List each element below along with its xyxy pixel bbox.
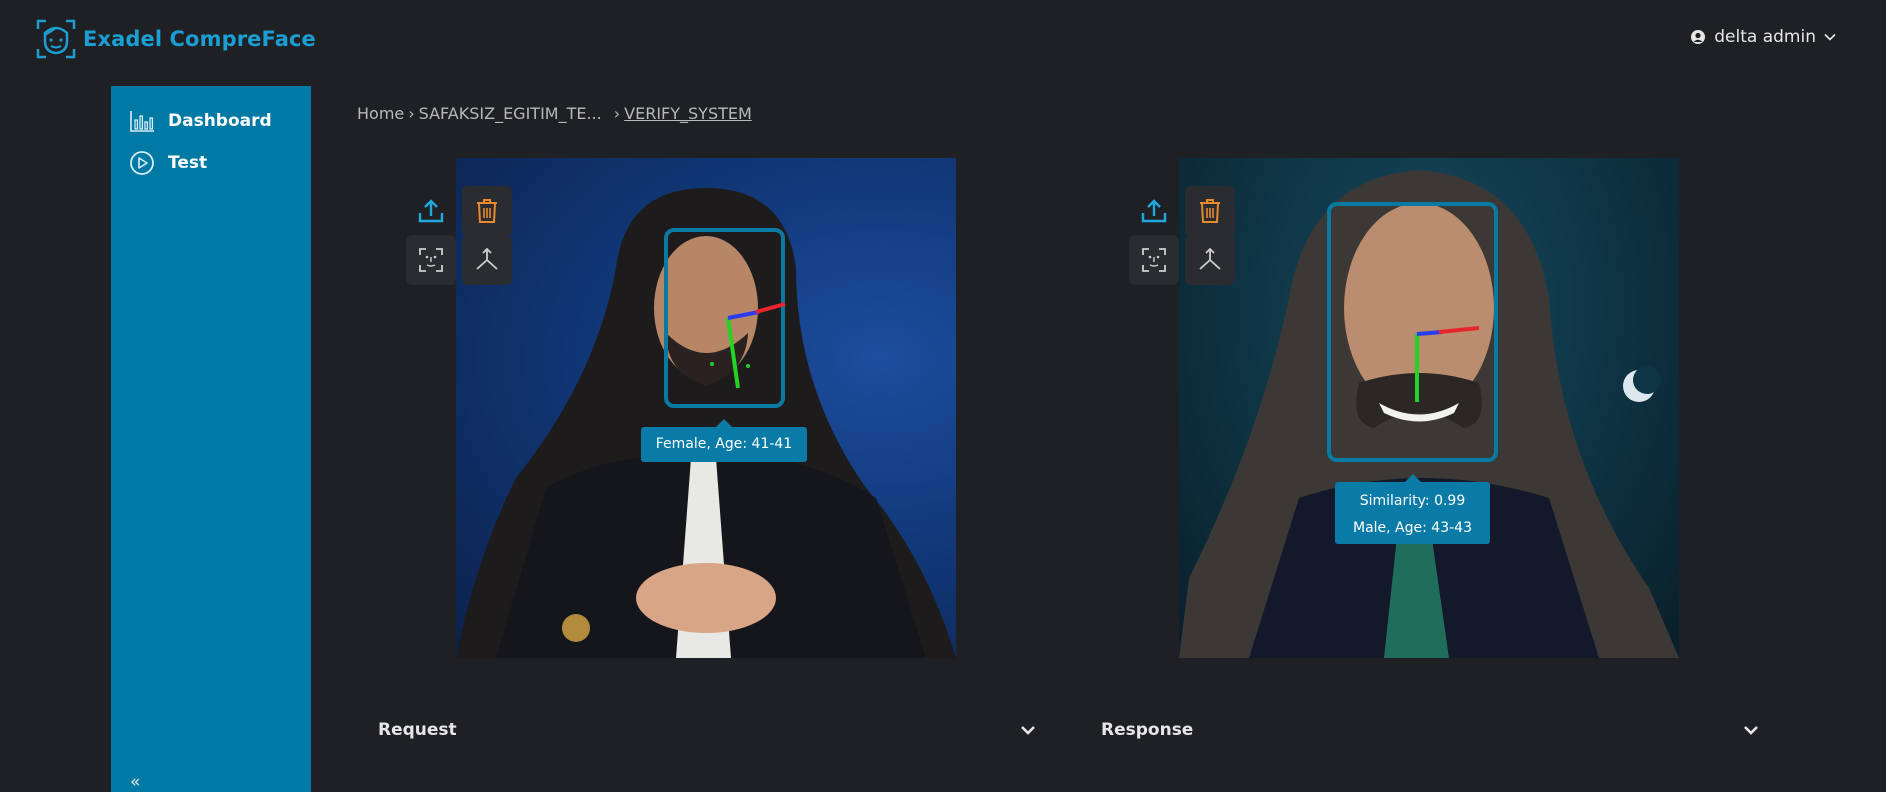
upload-button[interactable] — [406, 186, 456, 236]
sidebar: Dashboard Test « — [111, 86, 311, 792]
face-bounding-box — [1327, 202, 1498, 462]
landmarks-toggle[interactable] — [1185, 235, 1235, 285]
target-image-tools — [1129, 186, 1239, 296]
face-scan-icon — [419, 248, 443, 272]
delete-icon — [1200, 199, 1220, 223]
response-panel-header[interactable]: Response — [1101, 720, 1193, 740]
face-scan-icon — [1142, 248, 1166, 272]
pose-axes — [710, 302, 786, 389]
upload-button[interactable] — [1129, 186, 1179, 236]
breadcrumb-current[interactable]: VERIFY_SYSTEM — [624, 104, 752, 123]
landmarks-icon — [1199, 247, 1221, 270]
bar-chart-icon — [130, 111, 154, 132]
face-detection-toggle[interactable] — [406, 235, 456, 285]
delete-button[interactable] — [1185, 186, 1235, 236]
breadcrumb: Home › SAFAKSIZ_EGITIM_TE... › VERIFY_SY… — [357, 104, 752, 123]
breadcrumb-app[interactable]: SAFAKSIZ_EGITIM_TE... — [419, 104, 602, 123]
breadcrumb-separator: › — [408, 104, 415, 123]
user-name: delta admin — [1714, 27, 1816, 47]
sidebar-item-label: Dashboard — [168, 111, 272, 131]
upload-icon — [1141, 199, 1167, 223]
face-bounding-box — [664, 228, 786, 408]
face-attributes-label: Male, Age: 43-43 — [1353, 520, 1472, 536]
delete-icon — [477, 199, 497, 223]
top-bar: Exadel CompreFace delta admin — [0, 0, 1886, 86]
chevron-down-icon[interactable] — [1020, 725, 1036, 736]
similarity-value: Similarity: 0.99 — [1359, 493, 1466, 509]
user-icon — [1691, 30, 1706, 44]
sidebar-item-dashboard[interactable]: Dashboard — [129, 108, 272, 134]
pose-axes — [1415, 326, 1480, 402]
landmarks-toggle[interactable] — [462, 235, 512, 285]
user-menu[interactable]: delta admin — [1690, 27, 1836, 47]
chevron-down-icon — [1824, 33, 1836, 41]
landmarks-icon — [476, 247, 498, 270]
chevron-down-icon[interactable] — [1743, 725, 1759, 736]
app-logo[interactable]: Exadel CompreFace — [36, 19, 316, 59]
app-title: Exadel CompreFace — [83, 27, 316, 51]
source-image-tools — [406, 186, 516, 296]
breadcrumb-separator: › — [613, 104, 621, 123]
upload-icon — [418, 199, 444, 223]
breadcrumb-home[interactable]: Home — [357, 104, 404, 123]
request-panel-header[interactable]: Request — [378, 720, 457, 740]
face-attributes-tooltip: Female, Age: 41-41 — [641, 419, 807, 462]
face-detection-toggle[interactable] — [1129, 235, 1179, 285]
play-circle-icon — [130, 151, 154, 175]
delete-button[interactable] — [462, 186, 512, 236]
sidebar-item-test[interactable]: Test — [129, 150, 207, 176]
collapse-sidebar-button[interactable]: « — [130, 772, 140, 792]
sidebar-item-label: Test — [168, 153, 208, 173]
logo-face-icon — [36, 19, 76, 59]
face-attributes-tooltip: Similarity: 0.99 Male, Age: 43-43 — [1335, 474, 1490, 544]
